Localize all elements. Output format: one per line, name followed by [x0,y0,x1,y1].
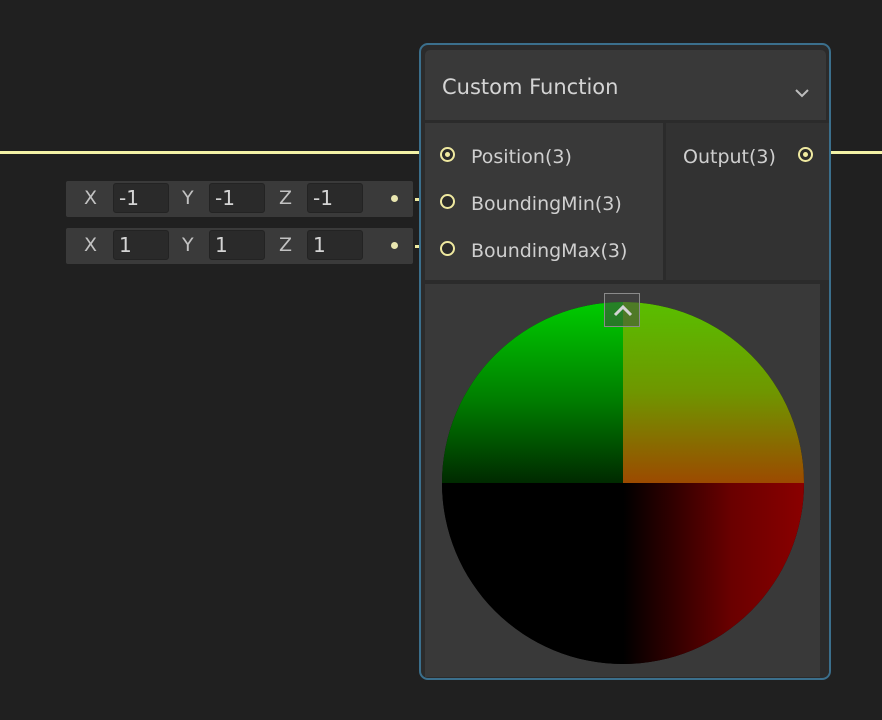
bounding-min-y-input[interactable]: -1 [209,183,265,213]
bounding-max-x-input[interactable]: 1 [113,230,169,260]
position-input-port[interactable] [440,147,455,162]
output-ports-panel: Output(3) [666,123,829,280]
preview-collapse-button[interactable] [604,293,640,327]
bounding-min-stub-port[interactable] [391,195,398,202]
chevron-down-icon[interactable] [794,83,810,102]
preview-quadrant-top-left [442,302,623,483]
node-title: Custom Function [442,75,619,99]
node-preview [425,284,820,677]
chevron-up-icon [613,303,633,322]
preview-quadrant-bottom-right [623,483,804,664]
node-header[interactable]: Custom Function [425,50,826,120]
bounding-max-vector-field: X 1 Y 1 Z 1 [66,228,413,264]
preview-side-strip [820,284,829,677]
bounding-max-stub-port[interactable] [391,242,398,249]
preview-sphere [442,302,804,664]
x-axis-label: X [84,234,98,256]
input-ports-panel: Position(3) BoundingMin(3) BoundingMax(3… [425,123,663,280]
bounding-max-z-input[interactable]: 1 [307,230,363,260]
custom-function-node[interactable]: Custom Function Position(3) BoundingMin(… [419,43,831,680]
bounding-max-input-label: BoundingMax(3) [471,240,628,262]
output-label: Output(3) [683,146,776,168]
bounding-max-input-port[interactable] [440,241,455,256]
y-axis-label: Y [182,234,194,256]
preview-quadrant-top-right [623,302,804,483]
bounding-min-z-input[interactable]: -1 [307,183,363,213]
bounding-min-x-input[interactable]: -1 [113,183,169,213]
preview-quadrant-bottom-left [442,483,623,664]
x-axis-label: X [84,187,98,209]
z-axis-label: Z [279,187,293,209]
bounding-max-y-input[interactable]: 1 [209,230,265,260]
input-wire-position[interactable] [0,151,440,154]
bounding-min-input-label: BoundingMin(3) [471,193,622,215]
bounding-min-vector-field: X -1 Y -1 Z -1 [66,181,413,217]
bounding-min-input-port[interactable] [440,194,455,209]
y-axis-label: Y [182,187,194,209]
position-input-label: Position(3) [471,146,572,168]
output-port[interactable] [798,147,813,162]
z-axis-label: Z [279,234,293,256]
